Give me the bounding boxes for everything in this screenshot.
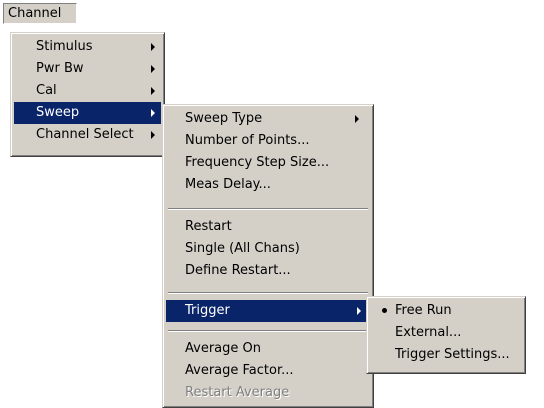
submenu-arrow-icon xyxy=(151,43,155,51)
menu-item-trigger[interactable]: Trigger xyxy=(166,300,370,322)
submenu-arrow-icon xyxy=(151,65,155,73)
menu-item-label: Restart Average xyxy=(185,385,290,400)
menu-item-label: Stimulus xyxy=(36,39,93,54)
submenu-arrow-icon xyxy=(357,307,361,315)
trigger-submenu: Free Run External... Trigger Settings... xyxy=(366,296,526,374)
menu-separator xyxy=(168,292,368,294)
menu-item-cal[interactable]: Cal xyxy=(14,80,161,102)
menu-item-restart[interactable]: Restart xyxy=(166,216,370,238)
menu-item-free-run[interactable]: Free Run xyxy=(370,300,522,322)
menu-item-label: Cal xyxy=(36,83,57,98)
sweep-submenu: Sweep Type Number of Points... Frequency… xyxy=(162,104,374,408)
menu-item-label: Pwr Bw xyxy=(36,61,84,76)
menu-item-label: Trigger xyxy=(185,303,230,318)
menu-item-stimulus[interactable]: Stimulus xyxy=(14,36,161,58)
menu-item-channel-select[interactable]: Channel Select xyxy=(14,124,161,146)
channel-menu-label: Channel xyxy=(8,6,62,21)
menu-item-trigger-settings[interactable]: Trigger Settings... xyxy=(370,344,522,366)
submenu-arrow-icon xyxy=(151,131,155,139)
menu-item-average-factor[interactable]: Average Factor... xyxy=(166,360,370,382)
menu-item-label: Frequency Step Size... xyxy=(185,155,330,170)
menu-item-label: Average Factor... xyxy=(185,363,294,378)
menu-item-external[interactable]: External... xyxy=(370,322,522,344)
menu-item-sweep[interactable]: Sweep xyxy=(14,102,161,124)
menu-item-label: Sweep Type xyxy=(185,111,263,126)
menu-item-meas-delay[interactable]: Meas Delay... xyxy=(166,174,370,196)
selected-bullet-icon xyxy=(382,308,387,313)
menu-item-restart-average: Restart Average xyxy=(166,382,370,404)
menu-item-label: Average On xyxy=(185,341,261,356)
menu-item-label: Meas Delay... xyxy=(185,177,271,192)
channel-menu: Stimulus Pwr Bw Cal Sweep Channel Select xyxy=(10,32,165,157)
menu-item-label: Free Run xyxy=(395,303,452,318)
menu-item-label: Single (All Chans) xyxy=(185,241,300,256)
menu-item-label: External... xyxy=(395,325,462,340)
menu-item-single-all-chans[interactable]: Single (All Chans) xyxy=(166,238,370,260)
menu-separator xyxy=(168,208,368,210)
channel-menu-button[interactable]: Channel xyxy=(3,3,77,24)
menu-item-pwr-bw[interactable]: Pwr Bw xyxy=(14,58,161,80)
menu-item-frequency-step-size[interactable]: Frequency Step Size... xyxy=(166,152,370,174)
menu-item-define-restart[interactable]: Define Restart... xyxy=(166,260,370,282)
submenu-arrow-icon xyxy=(151,109,155,117)
menu-item-label: Sweep xyxy=(36,105,80,120)
menu-item-average-on[interactable]: Average On xyxy=(166,338,370,360)
menu-separator xyxy=(168,330,368,332)
menu-item-label: Restart xyxy=(185,219,232,234)
menu-item-sweep-type[interactable]: Sweep Type xyxy=(166,108,370,130)
menu-item-label: Channel Select xyxy=(36,127,134,142)
submenu-arrow-icon xyxy=(151,87,155,95)
menu-item-number-of-points[interactable]: Number of Points... xyxy=(166,130,370,152)
menu-item-label: Number of Points... xyxy=(185,133,310,148)
menu-item-label: Trigger Settings... xyxy=(395,347,510,362)
menu-item-label: Define Restart... xyxy=(185,263,291,278)
submenu-arrow-icon xyxy=(355,115,359,123)
